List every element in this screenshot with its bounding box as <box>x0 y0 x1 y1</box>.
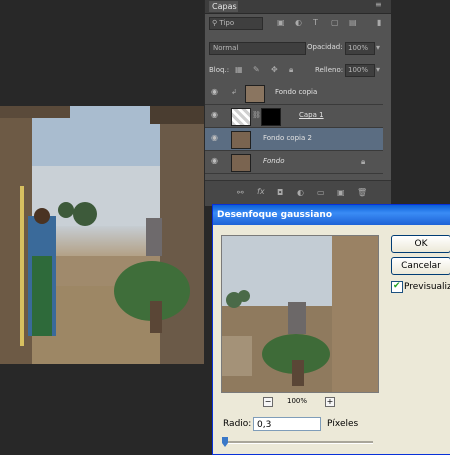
layers-panel: Capas ≡ ⚲ Tipo ▣ ◐ T ▢ ▤ ▮ Normal Opacid… <box>204 0 391 206</box>
add-mask-icon[interactable]: ◘ <box>277 188 283 197</box>
layer-name: Fondo copia 2 <box>263 134 312 142</box>
radius-unit-label: Píxeles <box>327 419 359 429</box>
lock-transparency-icon[interactable]: ▦ <box>235 65 243 74</box>
preview-label: Previsualizar <box>404 282 450 292</box>
delete-layer-icon[interactable]: 🗑︎ <box>357 188 367 197</box>
radius-input[interactable]: 0,3 <box>253 417 321 431</box>
layer-lock-icon: 🔒︎ <box>361 157 366 166</box>
radius-slider-thumb[interactable] <box>222 437 228 447</box>
layer-thumbnail <box>231 154 251 172</box>
zoom-in-button[interactable]: + <box>325 397 335 407</box>
dialog-titlebar[interactable]: Desenfoque gaussiano <box>213 205 450 225</box>
layer-thumbnail <box>231 131 251 149</box>
layer-mask-thumbnail[interactable] <box>261 108 281 126</box>
fill-dropdown-icon[interactable]: ▾ <box>376 65 380 74</box>
layer-row-fondo-copia[interactable]: ◉ ↲ Fondo copia <box>205 82 383 105</box>
layer-row-capa-1[interactable]: ◉ ⛓︎ Capa 1 <box>205 105 383 128</box>
blend-mode-select[interactable]: Normal <box>209 42 306 55</box>
layer-row-fondo-copia-2[interactable]: ◉ Fondo copia 2 <box>205 128 383 151</box>
layer-name: Capa 1 <box>299 111 324 119</box>
type-filter-icon[interactable]: T <box>313 18 318 27</box>
new-group-icon[interactable]: ▭ <box>317 188 325 197</box>
lock-all-icon[interactable]: 🔒︎ <box>289 65 293 75</box>
preview-illustration <box>222 236 378 392</box>
preview-window[interactable] <box>221 235 379 393</box>
lock-label: Bloq.: <box>209 66 230 74</box>
tab-capas[interactable]: Capas <box>209 1 238 12</box>
search-icon: ⚲ <box>212 19 218 27</box>
panel-footer: ⚯ fx ◘ ◐ ▭ ▣ 🗑︎ <box>205 180 391 206</box>
visibility-eye-icon[interactable]: ◉ <box>211 88 221 96</box>
filter-toggle-icon[interactable]: ▮ <box>377 18 381 27</box>
adjustment-filter-icon[interactable]: ◐ <box>295 18 302 27</box>
layer-name: Fondo <box>263 157 285 165</box>
opacity-label: Opacidad: <box>307 43 343 51</box>
cancel-button[interactable]: Cancelar <box>391 257 450 275</box>
layer-thumbnail <box>231 108 251 126</box>
zoom-out-button[interactable]: − <box>263 397 273 407</box>
radius-label: Radio: <box>223 419 252 429</box>
gaussian-blur-dialog: Desenfoque gaussiano − 100% + OK Cancela… <box>212 204 450 455</box>
fill-input[interactable]: 100% <box>345 64 375 77</box>
filter-kind-value: Tipo <box>219 19 235 27</box>
layer-row-fondo[interactable]: ◉ Fondo 🔒︎ <box>205 151 383 174</box>
panel-menu-icon[interactable]: ≡ <box>375 0 382 9</box>
link-layers-icon[interactable]: ⚯ <box>237 188 244 197</box>
ok-button[interactable]: OK <box>391 235 450 253</box>
opacity-input[interactable]: 100% <box>345 42 375 55</box>
opacity-dropdown-icon[interactable]: ▾ <box>376 43 380 52</box>
layer-name: Fondo copia <box>275 88 318 96</box>
layer-style-icon[interactable]: fx <box>257 187 265 196</box>
filter-kind-select[interactable]: ⚲ Tipo <box>209 17 263 30</box>
opacity-value: 100% <box>348 44 369 52</box>
visibility-eye-icon[interactable]: ◉ <box>211 134 221 142</box>
visibility-eye-icon[interactable]: ◉ <box>211 111 221 119</box>
fill-value: 100% <box>348 66 369 74</box>
canvas-photo[interactable] <box>0 106 204 364</box>
checkmark-icon: ✔ <box>393 281 401 291</box>
preview-checkbox[interactable]: ✔ <box>391 281 403 293</box>
panel-header: Capas ≡ <box>205 0 391 14</box>
fill-label: Relleno: <box>315 66 344 74</box>
layer-thumbnail <box>245 85 265 103</box>
lock-position-icon[interactable]: ✥ <box>271 65 278 74</box>
radius-slider-track[interactable] <box>223 441 373 444</box>
pixel-filter-icon[interactable]: ▣ <box>277 18 285 27</box>
visibility-eye-icon[interactable]: ◉ <box>211 157 221 165</box>
adjustment-layer-icon[interactable]: ◐ <box>297 188 304 197</box>
blend-mode-value: Normal <box>213 44 239 52</box>
smart-object-filter-icon[interactable]: ▤ <box>349 18 357 27</box>
photo-illustration <box>0 106 204 364</box>
new-layer-icon[interactable]: ▣ <box>337 188 345 197</box>
lock-paint-icon[interactable]: ✎ <box>253 65 260 74</box>
shape-filter-icon[interactable]: ▢ <box>331 18 339 27</box>
chain-link-icon[interactable]: ⛓︎ <box>252 111 261 119</box>
zoom-level: 100% <box>287 397 308 405</box>
clip-arrow-icon: ↲ <box>231 88 237 96</box>
